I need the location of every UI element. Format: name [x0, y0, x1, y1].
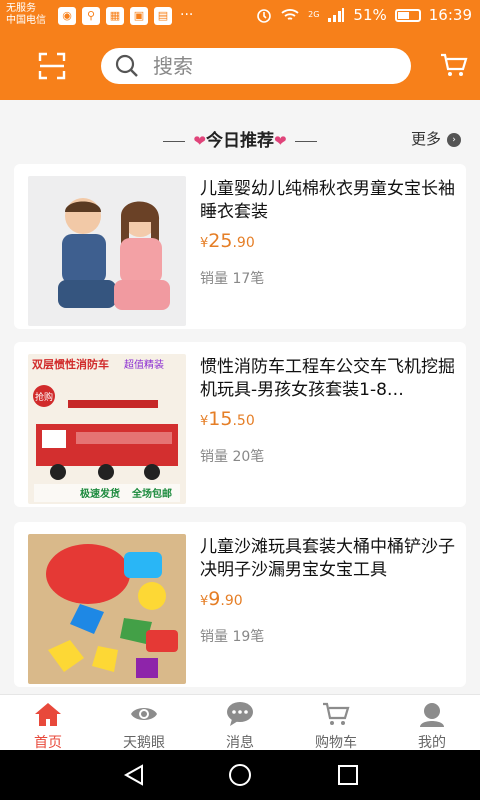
product-sales: 销量 19笔 — [200, 629, 265, 645]
price-integer: 9 — [208, 588, 221, 610]
gallery-notification-icon: ▣ — [130, 7, 148, 25]
more-label: 更多 — [411, 130, 442, 148]
product-title[interactable]: 儿童沙滩玩具套装大桶中桶铲沙子决明子沙漏男宝女宝工具 — [200, 536, 458, 582]
home-icon — [35, 703, 61, 726]
heart-icon: ❤ — [193, 132, 206, 150]
product-sales: 销量 17笔 — [200, 271, 265, 287]
more-notifications-icon: ··· — [180, 7, 194, 23]
price-decimal: .90 — [232, 235, 255, 251]
product-card[interactable]: 儿童婴幼儿纯棉秋衣男童女宝长袖睡衣套装 ¥25.90 销量 17笔 — [14, 164, 466, 329]
eye-icon — [131, 708, 157, 720]
heart-icon: ❤ — [274, 132, 287, 150]
system-nav-bar — [0, 750, 480, 800]
cart-icon[interactable] — [440, 52, 468, 78]
wifi-icon — [281, 9, 299, 20]
product-card[interactable]: 儿童沙滩玩具套装大桶中桶铲沙子决明子沙漏男宝女宝工具 ¥9.90 销量 19笔 — [14, 522, 466, 687]
price-decimal: .50 — [232, 413, 255, 429]
search-icon — [115, 54, 138, 77]
image-notification-icon: ▦ — [106, 7, 124, 25]
back-icon[interactable] — [122, 763, 146, 787]
product-image[interactable] — [28, 176, 186, 326]
price-integer: 25 — [208, 230, 233, 252]
chevron-right-icon: › — [447, 132, 462, 147]
product-image-caption: 超值精装 — [124, 358, 164, 371]
nav-label: 消息 — [226, 735, 254, 751]
title-divider-left — [163, 140, 186, 142]
nav-label: 首页 — [34, 735, 62, 751]
price-decimal: .90 — [220, 593, 243, 609]
message-icon — [227, 702, 253, 726]
notification-icons: ◉ ⚲ ▦ ▣ ▤ ··· — [58, 7, 193, 25]
cart-icon — [323, 702, 350, 725]
product-card[interactable]: 双层惯性消防车 超值精装 抢购 极速发货 全场包邮 惯性消防车工程车公交车飞机挖… — [14, 342, 466, 507]
status-bar: 无服务 中国电信 ◉ ⚲ ▦ ▣ ▤ ··· 2G 51% 16:39 — [0, 0, 480, 32]
alarm-icon — [257, 9, 271, 23]
product-price: ¥9.90 — [200, 588, 243, 610]
product-title[interactable]: 惯性消防车工程车公交车飞机挖掘机玩具-男孩女孩套装1-8… — [200, 356, 458, 402]
price-integer: 15 — [208, 408, 233, 430]
product-sales: 销量 20笔 — [200, 449, 265, 465]
network-type: 2G — [308, 10, 320, 19]
more-link[interactable]: 更多 › — [411, 128, 462, 149]
nav-item-cart[interactable]: 购物车 — [288, 695, 384, 751]
product-image[interactable]: 双层惯性消防车 超值精装 抢购 极速发货 全场包邮 — [28, 354, 186, 504]
carrier-status: 无服务 — [6, 3, 36, 14]
clock: 16:39 — [428, 6, 472, 24]
carrier-info: 无服务 中国电信 — [6, 3, 46, 27]
system-status: 2G 51% 16:39 — [256, 6, 472, 24]
scan-icon[interactable] — [38, 52, 66, 80]
section-title-text: 今日推荐 — [206, 131, 274, 151]
product-image-caption: 双层惯性消防车 — [32, 357, 109, 371]
nav-item-messages[interactable]: 消息 — [192, 695, 288, 751]
product-price: ¥25.90 — [200, 230, 255, 252]
bottom-nav: 首页 天鹅眼 消息 购物车 我的 — [0, 694, 480, 751]
product-image[interactable] — [28, 534, 186, 684]
nav-item-profile[interactable]: 我的 — [384, 695, 480, 751]
nav-label: 购物车 — [315, 735, 357, 751]
recents-icon[interactable] — [336, 763, 360, 787]
app-header: 搜索 — [0, 32, 480, 100]
location-notification-icon: ⚲ — [82, 7, 100, 25]
product-image-caption: 全场包邮 — [131, 487, 172, 500]
nav-item-home[interactable]: 首页 — [0, 695, 96, 751]
carrier-name: 中国电信 — [6, 15, 46, 26]
section-title: ❤今日推荐❤ — [0, 126, 480, 151]
product-price: ¥15.50 — [200, 408, 255, 430]
battery-icon — [394, 8, 421, 22]
product-image-caption: 极速发货 — [80, 487, 120, 500]
nav-label: 天鹅眼 — [123, 735, 165, 751]
signal-icon — [328, 8, 345, 22]
profile-icon — [420, 703, 444, 727]
nav-item-eye[interactable]: 天鹅眼 — [96, 695, 192, 751]
home-button-icon[interactable] — [228, 763, 252, 787]
recommendation-header: ❤今日推荐❤ 更多 › — [0, 100, 480, 162]
product-image-caption: 抢购 — [35, 391, 53, 403]
photo-notification-icon: ▤ — [154, 7, 172, 25]
search-bar[interactable]: 搜索 — [101, 48, 411, 84]
product-title[interactable]: 儿童婴幼儿纯棉秋衣男童女宝长袖睡衣套装 — [200, 178, 458, 224]
nav-label: 我的 — [418, 735, 446, 751]
battery-percent: 51% — [353, 6, 387, 24]
title-divider-right — [294, 140, 317, 142]
search-input[interactable]: 搜索 — [153, 54, 193, 78]
app-notification-icon: ◉ — [58, 7, 76, 25]
